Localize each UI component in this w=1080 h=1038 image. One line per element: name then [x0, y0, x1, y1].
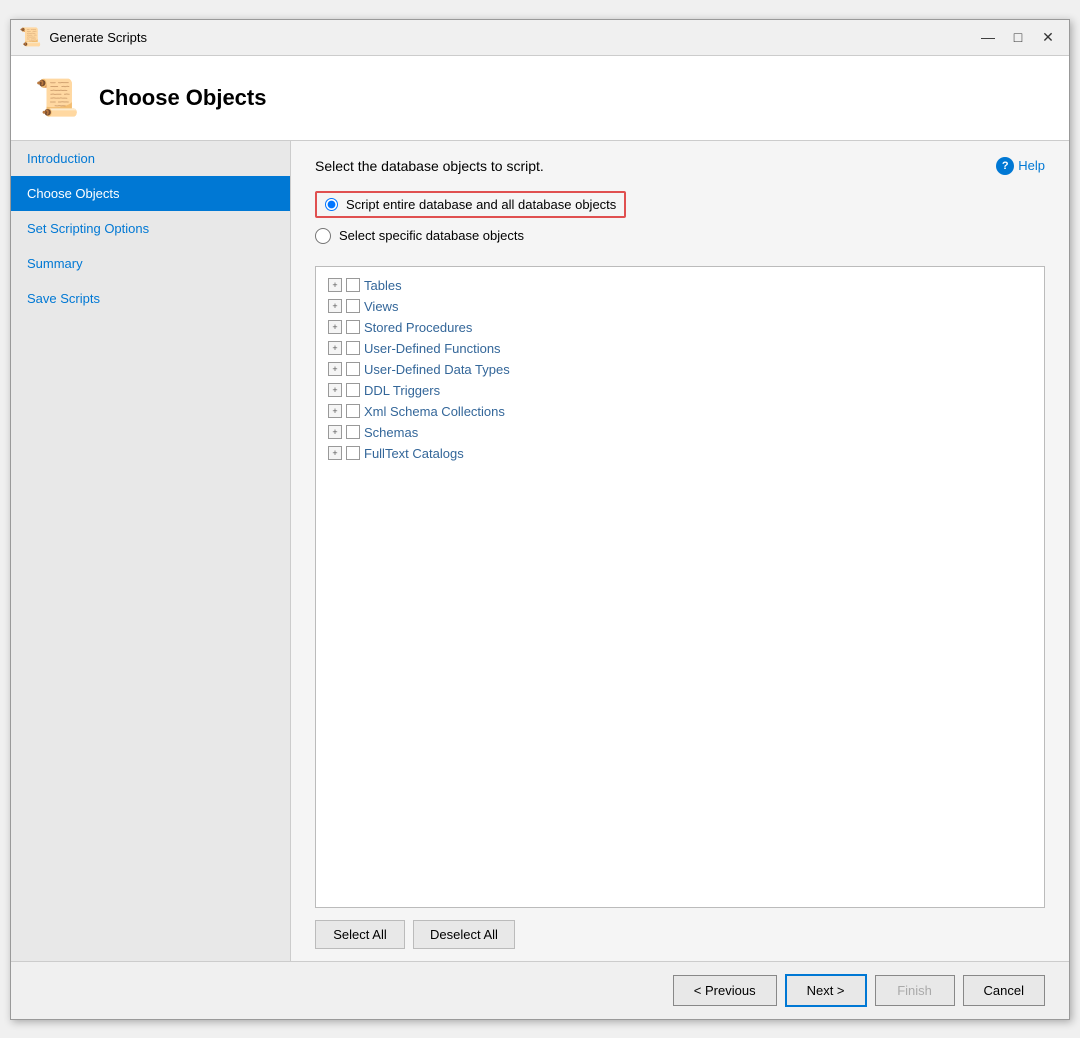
tree-label-tables: Tables	[364, 278, 402, 293]
tree-label-ddl-triggers: DDL Triggers	[364, 383, 440, 398]
expand-icon-udf[interactable]: +	[328, 341, 342, 355]
radio-option2-label[interactable]: Select specific database objects	[339, 228, 524, 243]
expand-icon-xml-schema[interactable]: +	[328, 404, 342, 418]
sidebar-item-set-scripting-options[interactable]: Set Scripting Options	[11, 211, 290, 246]
deselect-all-button[interactable]: Deselect All	[413, 920, 515, 949]
instruction-text: Select the database objects to script.	[315, 158, 544, 174]
tree-item-views[interactable]: + Views	[316, 296, 1044, 317]
checkbox-schemas[interactable]	[346, 425, 360, 439]
expand-icon-views[interactable]: +	[328, 299, 342, 313]
select-all-button[interactable]: Select All	[315, 920, 405, 949]
tree-label-views: Views	[364, 299, 398, 314]
expand-icon-uddt[interactable]: +	[328, 362, 342, 376]
checkbox-fulltext[interactable]	[346, 446, 360, 460]
tree-item-tables[interactable]: + Tables	[316, 275, 1044, 296]
radio-specific-objects[interactable]	[315, 228, 331, 244]
page-header: 📜 Choose Objects	[11, 56, 1069, 141]
tree-item-xml-schema[interactable]: + Xml Schema Collections	[316, 401, 1044, 422]
objects-tree[interactable]: + Tables + Views + Stored Procedures +	[315, 266, 1045, 908]
header-icon: 📜	[31, 72, 83, 124]
tree-item-user-defined-functions[interactable]: + User-Defined Functions	[316, 338, 1044, 359]
tree-label-udf: User-Defined Functions	[364, 341, 501, 356]
close-button[interactable]: ✕	[1035, 24, 1061, 50]
main-header: Select the database objects to script. ?…	[291, 141, 1069, 183]
checkbox-udf[interactable]	[346, 341, 360, 355]
help-link[interactable]: ? Help	[996, 157, 1045, 175]
radio-entire-database[interactable]	[325, 198, 338, 211]
main-window: 📜 Generate Scripts — □ ✕ 📜 Choose Object…	[10, 19, 1070, 1020]
checkbox-tables[interactable]	[346, 278, 360, 292]
radio-option1-label[interactable]: Script entire database and all database …	[346, 197, 616, 212]
checkbox-stored-procedures[interactable]	[346, 320, 360, 334]
sidebar-item-introduction[interactable]: Introduction	[11, 141, 290, 176]
help-label: Help	[1018, 158, 1045, 173]
checkbox-uddt[interactable]	[346, 362, 360, 376]
tree-item-schemas[interactable]: + Schemas	[316, 422, 1044, 443]
expand-icon-fulltext[interactable]: +	[328, 446, 342, 460]
tree-item-ddl-triggers[interactable]: + DDL Triggers	[316, 380, 1044, 401]
radio-option1-container: Script entire database and all database …	[315, 191, 626, 218]
checkbox-ddl-triggers[interactable]	[346, 383, 360, 397]
tree-label-xml-schema: Xml Schema Collections	[364, 404, 505, 419]
tree-label-schemas: Schemas	[364, 425, 418, 440]
tree-label-stored-procedures: Stored Procedures	[364, 320, 472, 335]
sidebar: Introduction Choose Objects Set Scriptin…	[11, 141, 291, 961]
cancel-button[interactable]: Cancel	[963, 975, 1045, 1006]
expand-icon-ddl-triggers[interactable]: +	[328, 383, 342, 397]
finish-button[interactable]: Finish	[875, 975, 955, 1006]
main-panel: Select the database objects to script. ?…	[291, 141, 1069, 961]
tree-label-fulltext: FullText Catalogs	[364, 446, 464, 461]
titlebar: 📜 Generate Scripts — □ ✕	[11, 20, 1069, 56]
next-button[interactable]: Next >	[785, 974, 867, 1007]
maximize-button[interactable]: □	[1005, 24, 1031, 50]
app-icon: 📜	[19, 27, 41, 48]
selection-buttons: Select All Deselect All	[291, 908, 1069, 961]
expand-icon-tables[interactable]: +	[328, 278, 342, 292]
tree-item-user-defined-data-types[interactable]: + User-Defined Data Types	[316, 359, 1044, 380]
content-area: Introduction Choose Objects Set Scriptin…	[11, 141, 1069, 961]
radio-section: Script entire database and all database …	[291, 183, 1069, 266]
checkbox-views[interactable]	[346, 299, 360, 313]
titlebar-controls: — □ ✕	[975, 24, 1061, 50]
previous-button[interactable]: < Previous	[673, 975, 777, 1006]
checkbox-xml-schema[interactable]	[346, 404, 360, 418]
tree-item-fulltext-catalogs[interactable]: + FullText Catalogs	[316, 443, 1044, 464]
expand-icon-schemas[interactable]: +	[328, 425, 342, 439]
footer: < Previous Next > Finish Cancel	[11, 961, 1069, 1019]
sidebar-item-choose-objects[interactable]: Choose Objects	[11, 176, 290, 211]
sidebar-item-save-scripts[interactable]: Save Scripts	[11, 281, 290, 316]
page-title: Choose Objects	[99, 85, 266, 111]
tree-label-uddt: User-Defined Data Types	[364, 362, 510, 377]
expand-icon-stored-procedures[interactable]: +	[328, 320, 342, 334]
help-icon: ?	[996, 157, 1014, 175]
sidebar-item-summary[interactable]: Summary	[11, 246, 290, 281]
window-title: Generate Scripts	[49, 30, 975, 45]
radio-option2-container: Select specific database objects	[315, 228, 1045, 244]
minimize-button[interactable]: —	[975, 24, 1001, 50]
tree-item-stored-procedures[interactable]: + Stored Procedures	[316, 317, 1044, 338]
